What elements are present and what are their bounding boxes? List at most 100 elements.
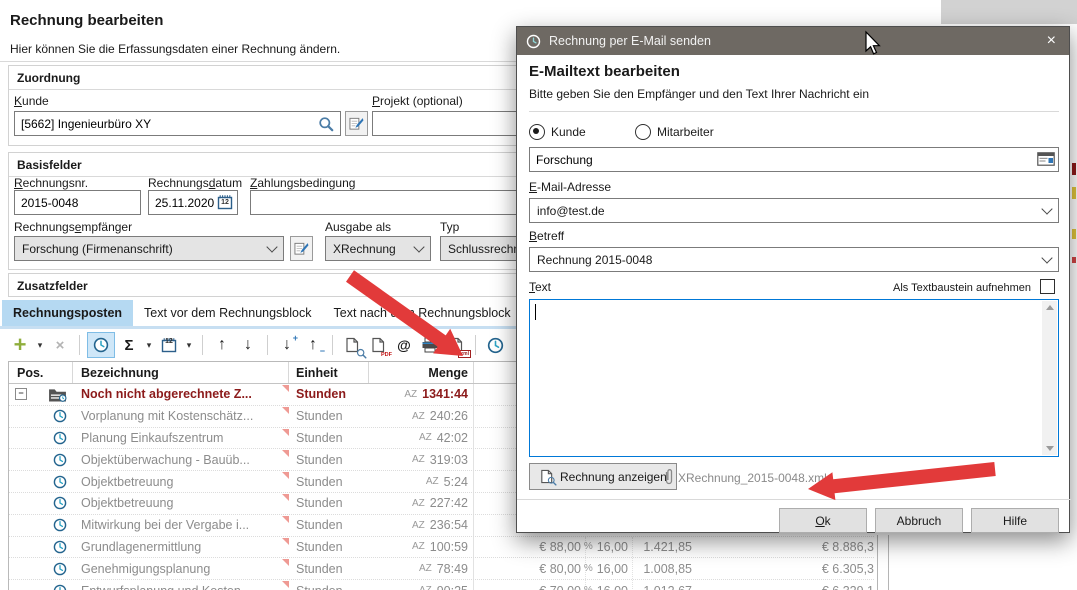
printer-icon: [421, 337, 439, 353]
divider: [0, 61, 560, 62]
table-row[interactable]: Genehmigungsplanung Stunden AZ78:49 € 80…: [9, 558, 874, 580]
address-book-icon[interactable]: [1037, 152, 1055, 166]
edit-icon: [349, 116, 364, 131]
collapse-toggle[interactable]: −: [15, 388, 27, 400]
typ-label: Typ: [440, 220, 459, 234]
print-preview-button[interactable]: [340, 333, 364, 357]
kunde-edit-button[interactable]: [345, 111, 368, 136]
radio-button-icon[interactable]: [529, 124, 545, 140]
add-button[interactable]: +: [8, 333, 32, 357]
dialog-subheading: Bitte geben Sie den Empfänger und den Te…: [529, 87, 869, 101]
delete-button[interactable]: ×: [48, 333, 72, 357]
col-header-bezeichnung[interactable]: Bezeichnung: [73, 362, 289, 383]
print-button[interactable]: [418, 333, 442, 357]
note-marker: [282, 516, 289, 523]
calendar-button[interactable]: 12: [157, 333, 181, 357]
clock-icon: [53, 409, 67, 423]
background-window-fragment: [1072, 187, 1076, 199]
abbruch-button[interactable]: Abbruch: [875, 508, 963, 533]
hilfe-button[interactable]: Hilfe: [971, 508, 1059, 533]
note-marker: [282, 407, 289, 414]
dialog-heading: E-Mailtext bearbeiten: [529, 63, 680, 80]
clock-icon: [53, 496, 67, 510]
clock-icon: [53, 518, 67, 532]
chevron-down-icon: [413, 241, 424, 252]
email-button[interactable]: @: [392, 333, 416, 357]
table-row[interactable]: Grundlagenermittlung Stunden AZ100:59 € …: [9, 537, 874, 559]
kunde-input[interactable]: [14, 111, 341, 136]
rechnungsdatum-label: Rechnungsdatum: [148, 176, 242, 190]
background-window-fragment: [1072, 163, 1076, 175]
scroll-up-icon[interactable]: [1046, 305, 1054, 310]
radio-kunde[interactable]: Kunde: [529, 124, 586, 140]
ausgabe-als-select[interactable]: XRechnung: [325, 236, 431, 261]
remove-position-button[interactable]: ↑−: [301, 333, 325, 357]
close-icon[interactable]: ×: [1043, 33, 1060, 49]
time-button[interactable]: [483, 333, 507, 357]
col-header-einheit[interactable]: Einheit: [289, 362, 369, 383]
rechnung-anzeigen-button[interactable]: Rechnung anzeigen: [529, 463, 677, 490]
table-scrollbar[interactable]: [877, 535, 889, 590]
clock-icon: [526, 34, 541, 49]
radio-mitarbeiter[interactable]: Mitarbeiter: [635, 124, 714, 140]
empfaenger-edit-button[interactable]: [290, 236, 313, 261]
note-marker: [282, 581, 289, 588]
rechnungsnr-label: Rechnungsnr.: [14, 176, 88, 190]
ok-button[interactable]: Ok: [779, 508, 867, 533]
search-icon[interactable]: [318, 116, 334, 132]
chevron-down-icon: [1041, 203, 1052, 214]
tab-rechnungsposten[interactable]: Rechnungsposten: [2, 300, 133, 326]
email-select[interactable]: info@test.de: [529, 198, 1059, 223]
email-label: E-Mail-Adresse: [529, 180, 611, 194]
rechnungsempfaenger-select[interactable]: Forschung (Firmenanschrift): [14, 236, 284, 261]
tab-text-vor-rechnungsblock[interactable]: Text vor dem Rechnungsblock: [133, 300, 322, 326]
sum-menu-button[interactable]: ▾: [143, 333, 155, 357]
move-up-button[interactable]: ↑: [210, 333, 234, 357]
textarea-scrollbar[interactable]: [1042, 301, 1057, 455]
col-header-pos[interactable]: Pos.: [9, 362, 73, 383]
clock-icon: [53, 562, 67, 576]
calendar-menu-button[interactable]: ▾: [183, 333, 195, 357]
toolbar: + ▾ × Σ ▾ 12 ▾ ↑ ↓ ↓+ ↑− PDF @ xml: [0, 326, 560, 361]
textbaustein-checkbox[interactable]: [1040, 279, 1055, 294]
col-header-menge[interactable]: Menge: [369, 362, 474, 383]
move-down-button[interactable]: ↓: [236, 333, 260, 357]
time-entries-toggle-button[interactable]: [87, 332, 115, 358]
radio-button-icon[interactable]: [635, 124, 651, 140]
calendar-icon[interactable]: 12: [217, 194, 233, 210]
note-marker: [282, 429, 289, 436]
clock-icon: [53, 584, 67, 590]
screen: Rechnung bearbeiten Hier können Sie die …: [0, 0, 1077, 590]
zahlungsbedingung-input[interactable]: [250, 190, 545, 215]
group-zusatzfelder: Zusatzfelder: [8, 273, 560, 297]
rechnungsnr-input[interactable]: [14, 190, 141, 215]
betreff-select[interactable]: Rechnung 2015-0048: [529, 247, 1059, 272]
clock-icon: [487, 337, 504, 354]
kunde-label: Kunde: [14, 94, 49, 108]
recipient-input[interactable]: [529, 147, 1059, 172]
attachment-name[interactable]: XRechnung_2015-0048.xml: [678, 471, 827, 485]
pdf-export-button[interactable]: PDF: [366, 333, 390, 357]
background-window-fragment: [941, 0, 1077, 24]
note-marker: [282, 385, 289, 392]
scroll-down-icon[interactable]: [1046, 446, 1054, 451]
group-basisfelder-header: Basisfelder: [9, 153, 559, 177]
xrechnung-export-button[interactable]: xml: [444, 333, 468, 357]
dialog-titlebar[interactable]: Rechnung per E-Mail senden ×: [517, 27, 1069, 55]
group-zusatzfelder-header: Zusatzfelder: [9, 274, 559, 297]
text-label: Text: [529, 280, 551, 294]
message-text-area[interactable]: [529, 299, 1059, 457]
tab-text-nach-rechnungsblock[interactable]: Text nach dem Rechnungsblock: [323, 300, 522, 326]
background-window-fragment: [1072, 229, 1076, 239]
insert-position-button[interactable]: ↓+: [275, 333, 299, 357]
sum-button[interactable]: Σ: [117, 333, 141, 357]
document-icon: [370, 337, 386, 353]
note-marker: [282, 494, 289, 501]
betreff-label: Betreff: [529, 229, 564, 243]
group-zuordnung-header: Zuordnung: [9, 66, 559, 90]
table-row[interactable]: Entwurfsplanung und Kosten... Stunden AZ…: [9, 580, 874, 590]
note-marker: [282, 538, 289, 545]
zahlungsbedingung-label: Zahlungsbedingung: [250, 176, 355, 190]
toolbar-separator: [475, 335, 476, 355]
add-menu-button[interactable]: ▾: [34, 333, 46, 357]
